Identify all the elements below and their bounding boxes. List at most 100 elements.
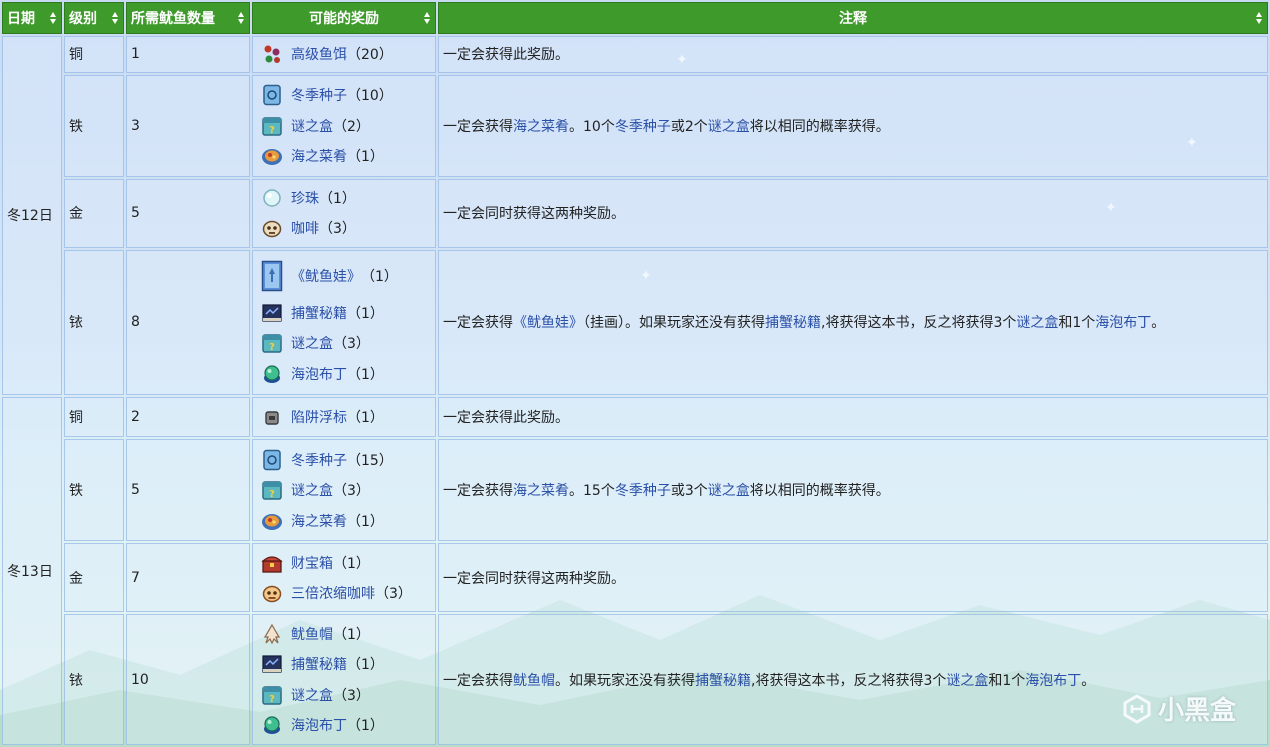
sort-arrows-icon[interactable]: [424, 12, 431, 24]
rewards-cell: 陷阱浮标 （1）: [252, 396, 436, 438]
note-text-segment: ,将获得这本书，反之将获得3个: [751, 672, 947, 689]
seafoam-dish-icon[interactable]: [261, 145, 283, 167]
tier-cell: 铱: [64, 614, 124, 745]
note-link[interactable]: 海泡布丁: [1025, 673, 1081, 689]
reward-item: 珍珠 （1）: [257, 183, 431, 214]
note-link[interactable]: 谜之盒: [708, 483, 750, 499]
reward-quantity: （3）: [319, 221, 356, 238]
book-icon[interactable]: [261, 302, 283, 324]
reward-quantity: （1）: [319, 190, 356, 207]
note-link[interactable]: 谜之盒: [946, 673, 988, 689]
squid-count-cell: 1: [126, 36, 250, 73]
reward-name-link[interactable]: 谜之盒: [291, 480, 333, 500]
note-text-segment: 一定会同时获得这两种奖励。: [443, 570, 625, 587]
trap-bobber-icon[interactable]: [261, 406, 283, 428]
notes-cell: 一定会获得海之菜肴。10个冬季种子或2个谜之盒将以相同的概率获得。: [438, 74, 1268, 177]
reward-name-link[interactable]: 《鱿鱼娃》: [291, 266, 361, 286]
reward-name-link[interactable]: 财宝箱: [291, 553, 333, 573]
rewards-cell: 《鱿鱼娃》 （1） 捕蟹秘籍 （1）? 谜之盒 （3） 海泡布丁 （1）: [252, 249, 436, 395]
triple-espresso-icon[interactable]: [261, 582, 283, 604]
reward-item: 冬季种子 （10）: [257, 80, 431, 111]
tier-cell: 铁: [64, 439, 124, 542]
note-link[interactable]: 《鱿鱼娃》: [513, 315, 583, 331]
note-text: 一定会同时获得这两种奖励。: [443, 203, 1263, 223]
reward-name-link[interactable]: 谜之盒: [291, 333, 333, 353]
sort-arrows-icon[interactable]: [50, 12, 57, 24]
sort-arrows-icon[interactable]: [112, 12, 119, 24]
reward-name-link[interactable]: 海之菜肴: [291, 146, 347, 166]
note-link[interactable]: 冬季种子: [615, 483, 671, 499]
reward-name-link[interactable]: 三倍浓缩咖啡: [291, 583, 375, 603]
reward-name-link[interactable]: 鱿鱼帽: [291, 624, 333, 644]
pudding-icon[interactable]: [261, 714, 283, 736]
header-tier[interactable]: 级别: [64, 2, 124, 34]
rewards-cell: 高级鱼饵 （20）: [252, 36, 436, 73]
reward-name-link[interactable]: 高级鱼饵: [291, 44, 347, 64]
note-link[interactable]: 冬季种子: [615, 119, 671, 135]
note-text-segment: 和1个: [1058, 315, 1096, 332]
reward-item: 海泡布丁 （1）: [257, 710, 431, 741]
svg-text:?: ?: [269, 125, 275, 136]
note-link[interactable]: 海泡布丁: [1095, 315, 1151, 331]
treasure-chest-icon[interactable]: [261, 552, 283, 574]
squid-painting-icon[interactable]: [261, 259, 283, 293]
tier-cell: 铱: [64, 249, 124, 395]
header-squid-count[interactable]: 所需鱿鱼数量: [126, 2, 250, 34]
notes-cell: 一定会获得《鱿鱼娃》（挂画）。如果玩家还没有获得捕蟹秘籍,将获得这本书，反之将获…: [438, 249, 1268, 395]
note-link[interactable]: 捕蟹秘籍: [765, 315, 821, 331]
reward-name-link[interactable]: 海泡布丁: [291, 364, 347, 384]
reward-name-link[interactable]: 冬季种子: [291, 450, 347, 470]
mystery-box-icon[interactable]: ?: [261, 684, 283, 706]
notes-cell: 一定会获得海之菜肴。15个冬季种子或3个谜之盒将以相同的概率获得。: [438, 439, 1268, 542]
note-link[interactable]: 捕蟹秘籍: [695, 673, 751, 689]
note-text-segment: 一定会获得: [443, 118, 513, 135]
reward-name-link[interactable]: 海之菜肴: [291, 511, 347, 531]
reward-name-link[interactable]: 陷阱浮标: [291, 407, 347, 427]
note-link[interactable]: 海之菜肴: [513, 119, 569, 135]
note-text-segment: 将以相同的概率获得。: [749, 118, 890, 135]
note-text-segment: 或2个: [670, 118, 708, 135]
reward-quantity: （3）: [333, 483, 370, 500]
bait-icon[interactable]: [261, 43, 283, 65]
note-text: 一定会获得《鱿鱼娃》（挂画）。如果玩家还没有获得捕蟹秘籍,将获得这本书，反之将获…: [443, 312, 1263, 332]
header-rewards[interactable]: 可能的奖励: [252, 2, 436, 34]
header-notes[interactable]: 注释: [438, 2, 1268, 34]
note-text: 一定会获得海之菜肴。15个冬季种子或3个谜之盒将以相同的概率获得。: [443, 480, 1263, 500]
coffee-icon[interactable]: [261, 217, 283, 239]
rewards-cell: 冬季种子 （10）? 谜之盒 （2） 海之菜肴 （1）: [252, 74, 436, 177]
reward-name-link[interactable]: 谜之盒: [291, 685, 333, 705]
mystery-box-icon[interactable]: ?: [261, 332, 283, 354]
mystery-box-icon[interactable]: ?: [261, 115, 283, 137]
reward-name-link[interactable]: 咖啡: [291, 218, 319, 238]
note-link[interactable]: 谜之盒: [708, 119, 750, 135]
reward-name-link[interactable]: 珍珠: [291, 188, 319, 208]
squid-count-cell: 5: [126, 439, 250, 542]
sort-arrows-icon[interactable]: [238, 12, 245, 24]
reward-name-link[interactable]: 谜之盒: [291, 116, 333, 136]
note-link[interactable]: 谜之盒: [1016, 315, 1058, 331]
reward-name-link[interactable]: 海泡布丁: [291, 715, 347, 735]
pudding-icon[interactable]: [261, 363, 283, 385]
reward-name-link[interactable]: 捕蟹秘籍: [291, 303, 347, 323]
pearl-icon[interactable]: [261, 187, 283, 209]
book-icon[interactable]: [261, 653, 283, 675]
note-link[interactable]: 鱿鱼帽: [513, 673, 555, 689]
winter-seeds-icon[interactable]: [261, 84, 283, 106]
mystery-box-icon[interactable]: ?: [261, 479, 283, 501]
reward-name-link[interactable]: 捕蟹秘籍: [291, 654, 347, 674]
seafoam-dish-icon[interactable]: [261, 510, 283, 532]
reward-quantity: （10）: [347, 88, 393, 105]
winter-seeds-icon[interactable]: [261, 449, 283, 471]
reward-item: 捕蟹秘籍 （1）: [257, 297, 431, 328]
tier-cell: 铜: [64, 36, 124, 73]
note-link[interactable]: 海之菜肴: [513, 483, 569, 499]
reward-quantity: （15）: [347, 452, 393, 469]
reward-name-link[interactable]: 冬季种子: [291, 85, 347, 105]
sort-arrows-icon[interactable]: [1256, 12, 1263, 24]
squid-hat-icon[interactable]: [261, 623, 283, 645]
header-date[interactable]: 日期: [2, 2, 62, 34]
note-text-segment: 将以相同的概率获得。: [749, 483, 890, 500]
reward-item: 陷阱浮标 （1）: [257, 402, 431, 433]
watermark-logo-icon: [1123, 693, 1151, 724]
table-row: 冬12日铜 1 高级鱼饵 （20） 一定会获得此奖励。: [2, 36, 1268, 395]
